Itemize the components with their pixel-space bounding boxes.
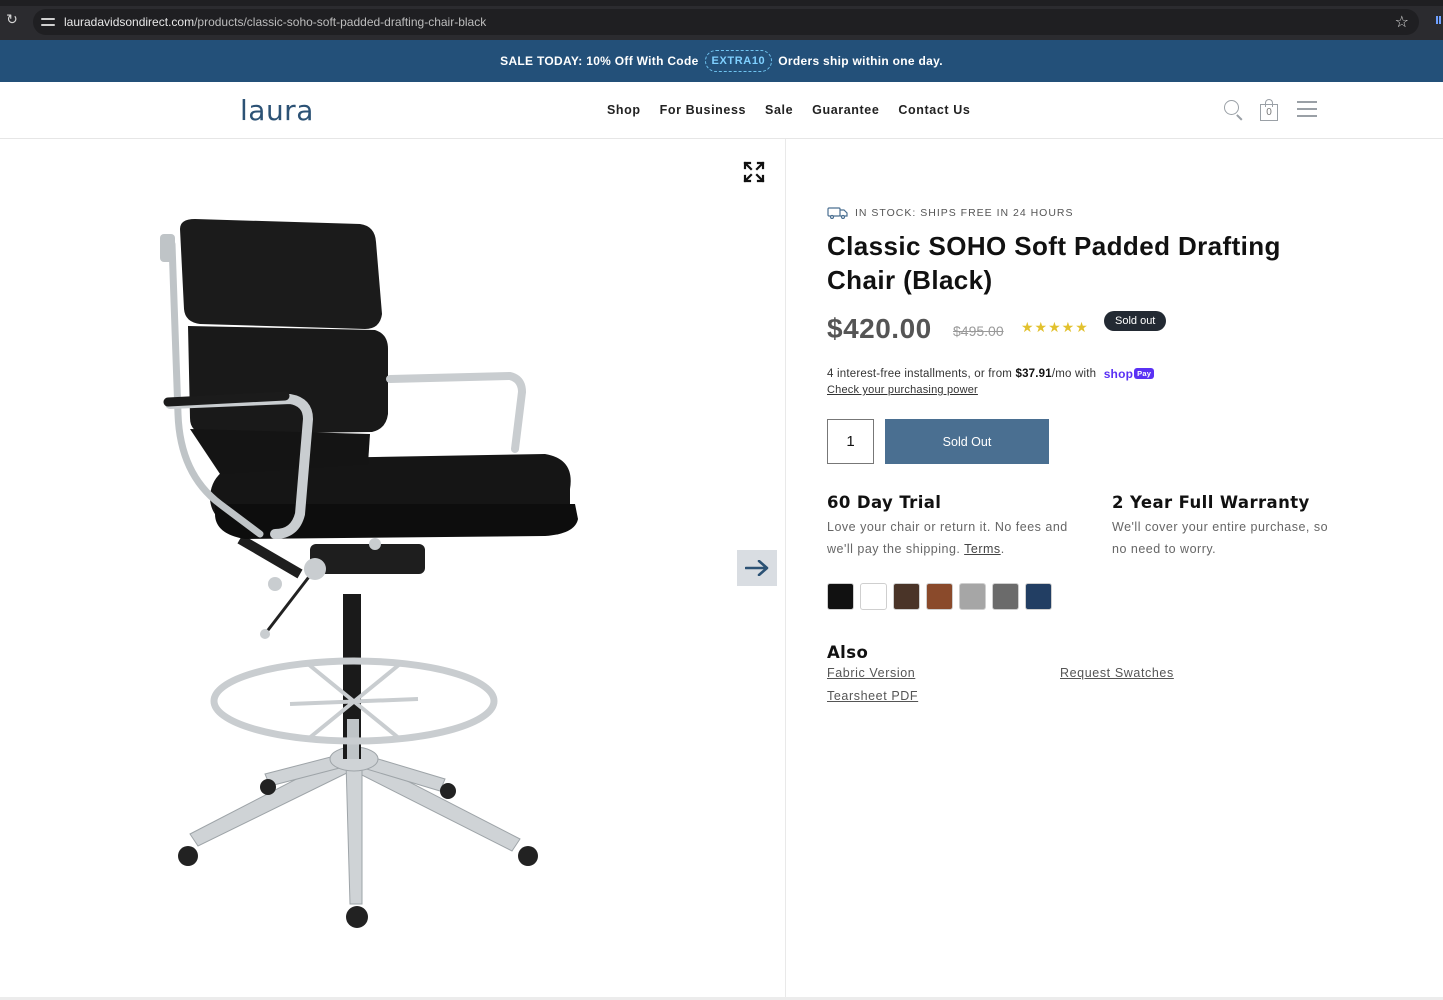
compare-at-price: $495.00 xyxy=(953,323,1004,339)
swatch-dark-brown[interactable] xyxy=(893,583,920,610)
bookmark-star-icon[interactable]: ☆ xyxy=(1395,12,1409,31)
tab-strip xyxy=(0,0,1443,6)
tearsheet-pdf-link[interactable]: Tearsheet PDF xyxy=(827,689,918,703)
perk-warranty: 2 Year Full Warranty We'll cover your en… xyxy=(1112,493,1332,560)
installments-suffix: /mo with xyxy=(1051,368,1097,381)
announcement-prefix: SALE TODAY: 10% Off With Code xyxy=(500,54,699,68)
swatch-black[interactable] xyxy=(827,583,854,610)
shop-pay-shop: shop xyxy=(1103,367,1134,381)
product-gallery xyxy=(0,139,786,1000)
nav-contact-us[interactable]: Contact Us xyxy=(898,103,970,117)
main-nav: Shop For Business Sale Guarantee Contact… xyxy=(607,103,970,117)
rating-stars[interactable]: ★★★★★ xyxy=(1021,320,1089,336)
promo-code-pill[interactable]: EXTRA10 xyxy=(704,50,773,72)
shop-pay-logo: shop Pay xyxy=(1103,367,1155,381)
swatch-cognac[interactable] xyxy=(926,583,953,610)
shop-pay-pay: Pay xyxy=(1134,368,1155,379)
gallery-next-button[interactable] xyxy=(737,550,777,586)
perk-trial-text: Love your chair or return it. No fees an… xyxy=(827,520,1068,556)
nav-sale[interactable]: Sale xyxy=(765,103,793,117)
cart-count: 0 xyxy=(1266,107,1272,118)
swatch-light-gray[interactable] xyxy=(959,583,986,610)
fabric-version-link[interactable]: Fabric Version xyxy=(827,666,915,680)
nav-guarantee[interactable]: Guarantee xyxy=(812,103,879,117)
product-price: $420.00 xyxy=(827,313,932,344)
swatch-white[interactable] xyxy=(860,583,887,610)
swatch-navy[interactable] xyxy=(1025,583,1052,610)
terms-link[interactable]: Terms xyxy=(964,542,1001,556)
perk-warranty-text: We'll cover your entire purchase, so no … xyxy=(1112,520,1329,556)
perk-trial: 60 Day Trial Love your chair or return i… xyxy=(827,493,1097,560)
browser-toolbar: ↻ lauradavidsondirect.com/products/class… xyxy=(0,0,1443,40)
color-swatches xyxy=(827,583,1052,610)
nav-shop[interactable]: Shop xyxy=(607,103,641,117)
nav-for-business[interactable]: For Business xyxy=(660,103,746,117)
installments-amount: $37.91 xyxy=(1015,368,1052,381)
perk-trial-body: Love your chair or return it. No fees an… xyxy=(827,520,1068,556)
arrow-right-icon xyxy=(745,560,769,576)
product-title: Classic SOHO Soft Padded Drafting Chair … xyxy=(827,231,1281,295)
sold-out-button[interactable]: Sold Out xyxy=(885,419,1049,464)
shopping-bag-icon[interactable]: 0 xyxy=(1258,98,1282,122)
reload-icon[interactable]: ↻ xyxy=(4,12,20,28)
site-header: laura Shop For Business Sale Guarantee C… xyxy=(0,82,1443,139)
announcement-bar: SALE TODAY: 10% Off With Code EXTRA10 Or… xyxy=(0,40,1443,82)
swatch-gray[interactable] xyxy=(992,583,1019,610)
installments-prefix: 4 interest-free installments, or from xyxy=(827,368,1013,381)
site-info-icon[interactable] xyxy=(41,15,55,29)
url-host: lauradavidsondirect.com xyxy=(64,15,195,29)
expand-icon[interactable] xyxy=(742,160,766,184)
url-path: /products/classic-soho-soft-padded-draft… xyxy=(194,15,487,29)
quantity-input[interactable]: 1 xyxy=(827,419,874,464)
search-icon[interactable] xyxy=(1222,98,1246,122)
product-info: IN STOCK: SHIPS FREE IN 24 HOURS Classic… xyxy=(827,139,1347,1000)
url-text[interactable]: lauradavidsondirect.com/products/classic… xyxy=(64,15,486,29)
stock-status: IN STOCK: SHIPS FREE IN 24 HOURS xyxy=(827,207,1074,219)
extension-icon[interactable] xyxy=(1436,16,1441,24)
truck-icon xyxy=(827,207,848,219)
price-row: $420.00 $495.00 ★★★★★ Sold out xyxy=(827,311,1327,351)
installments-text: 4 interest-free installments, or from $3… xyxy=(827,367,1155,381)
site-logo[interactable]: laura xyxy=(240,94,314,127)
request-swatches-link[interactable]: Request Swatches xyxy=(1060,666,1174,680)
address-bar[interactable]: lauradavidsondirect.com/products/classic… xyxy=(33,9,1419,35)
perk-trial-title: 60 Day Trial xyxy=(827,493,942,512)
announcement-suffix: Orders ship within one day. xyxy=(778,54,943,68)
perk-warranty-title: 2 Year Full Warranty xyxy=(1112,493,1310,512)
hamburger-menu-icon[interactable] xyxy=(1296,98,1320,122)
check-purchasing-power-link[interactable]: Check your purchasing power xyxy=(827,384,978,396)
product-image-chair[interactable] xyxy=(150,214,590,934)
also-heading: Also xyxy=(827,643,869,662)
sold-out-badge: Sold out xyxy=(1104,311,1167,331)
stock-text: IN STOCK: SHIPS FREE IN 24 HOURS xyxy=(855,207,1074,219)
